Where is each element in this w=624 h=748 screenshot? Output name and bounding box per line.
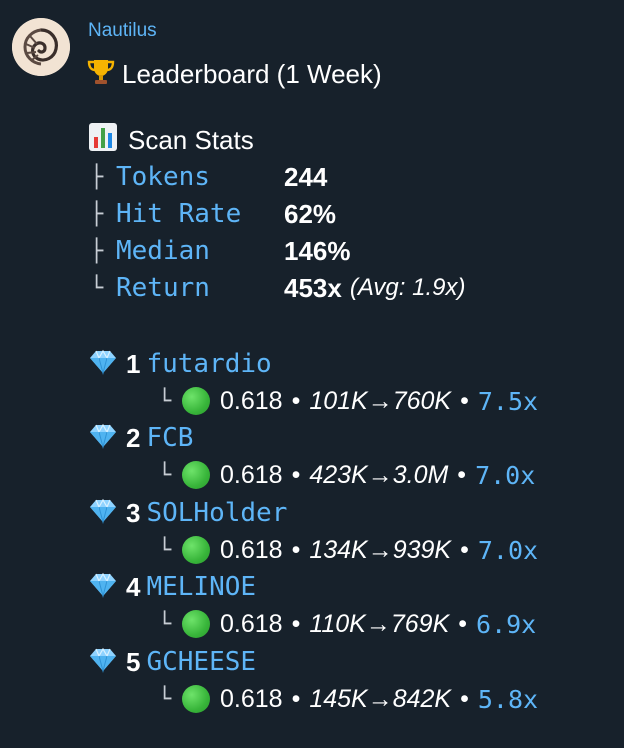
stat-row-tokens: ├ Tokens 244	[90, 159, 327, 195]
gem-icon	[88, 349, 118, 380]
leaderboard-entry: 3 SOLHolder	[88, 495, 287, 531]
chat-view: Nautilus Leaderboard (1 Week) Scan Stats…	[0, 0, 624, 748]
separator: •	[457, 460, 467, 489]
tree-branch: ├	[90, 238, 104, 264]
token-name-link[interactable]: FCB	[146, 423, 193, 453]
entry-details: └ 0.618 • 423K→3.0M • 7.0x	[158, 457, 535, 493]
stat-value: 62%	[284, 198, 337, 229]
sender-name[interactable]: Nautilus	[88, 20, 157, 42]
multiple-link[interactable]: 5.8x	[478, 685, 538, 714]
leaderboard-entry: 4 MELINOE	[88, 569, 256, 605]
stat-key-link[interactable]: Return	[116, 273, 284, 303]
stat-key-link[interactable]: Median	[116, 236, 284, 266]
stat-note: (Avg: 1.9x)	[349, 274, 466, 301]
avatar[interactable]	[12, 18, 70, 76]
multiple-link[interactable]: 6.9x	[476, 610, 536, 639]
stat-row-median: ├ Median 146%	[90, 233, 351, 269]
separator: •	[291, 535, 301, 564]
green-circle-icon	[182, 610, 210, 638]
stat-row-return: └ Return 453x (Avg: 1.9x)	[90, 270, 465, 306]
separator: •	[458, 609, 468, 638]
entry-details: └ 0.618 • 134K→939K • 7.0x	[158, 532, 538, 568]
leaderboard-title: Leaderboard (1 Week)	[122, 59, 382, 89]
token-name-link[interactable]: futardio	[146, 349, 271, 379]
green-circle-icon	[182, 685, 210, 713]
scan-stats-heading: Scan Stats	[88, 122, 254, 159]
token-name-link[interactable]: MELINOE	[146, 572, 256, 602]
separator: •	[291, 460, 301, 489]
entry-details: └ 0.618 • 101K→760K • 7.5x	[158, 383, 538, 419]
market-cap-range: 145K→842K	[309, 684, 452, 713]
stat-value: 244	[284, 161, 328, 192]
green-circle-icon	[182, 461, 210, 489]
tree-branch: └	[158, 462, 172, 488]
score-value: 0.618	[220, 386, 283, 415]
leaderboard-entry: 2 FCB	[88, 420, 193, 456]
multiple-link[interactable]: 7.0x	[475, 461, 535, 490]
market-cap-range: 423K→3.0M	[309, 460, 449, 489]
tree-branch: └	[158, 611, 172, 637]
rank-number: 3	[126, 497, 141, 528]
entry-details: └ 0.618 • 145K→842K • 5.8x	[158, 681, 538, 717]
stat-row-hit-rate: ├ Hit Rate 62%	[90, 196, 336, 232]
market-cap-range: 134K→939K	[309, 535, 452, 564]
stat-key-link[interactable]: Tokens	[116, 162, 284, 192]
separator: •	[291, 684, 301, 713]
message-title: Leaderboard (1 Week)	[86, 56, 382, 93]
trophy-icon	[86, 56, 116, 93]
green-circle-icon	[182, 387, 210, 415]
separator: •	[291, 609, 301, 638]
multiple-link[interactable]: 7.0x	[478, 536, 538, 565]
score-value: 0.618	[220, 460, 283, 489]
rank-number: 2	[126, 422, 141, 453]
tree-branch: ├	[90, 201, 104, 227]
message-bubble: Nautilus Leaderboard (1 Week) Scan Stats…	[84, 10, 624, 748]
separator: •	[291, 386, 301, 415]
gem-icon	[88, 498, 118, 529]
multiple-link[interactable]: 7.5x	[478, 387, 538, 416]
leaderboard-entry: 1 futardio	[88, 346, 272, 382]
stat-key-link[interactable]: Hit Rate	[116, 199, 284, 229]
stat-value: 146%	[284, 235, 351, 266]
market-cap-range: 110K→769K	[309, 609, 450, 638]
scan-stats-label: Scan Stats	[128, 125, 254, 155]
rank-number: 1	[126, 348, 141, 379]
score-value: 0.618	[220, 535, 283, 564]
bar-chart-icon	[88, 122, 118, 159]
token-name-link[interactable]: SOLHolder	[146, 498, 287, 528]
market-cap-range: 101K→760K	[309, 386, 452, 415]
separator: •	[460, 535, 469, 564]
nautilus-shell-icon	[12, 18, 70, 76]
tree-branch: └	[158, 537, 172, 563]
tree-branch: └	[158, 388, 172, 414]
separator: •	[460, 386, 469, 415]
token-name-link[interactable]: GCHEESE	[146, 647, 256, 677]
entry-details: └ 0.618 • 110K→769K • 6.9x	[158, 606, 536, 642]
gem-icon	[88, 423, 118, 454]
stat-value: 453x	[284, 272, 342, 303]
gem-icon	[88, 647, 118, 678]
green-circle-icon	[182, 536, 210, 564]
tree-branch: └	[90, 275, 104, 301]
rank-number: 5	[126, 646, 141, 677]
tree-branch: ├	[90, 164, 104, 190]
leaderboard-entry: 5 GCHEESE	[88, 644, 256, 680]
rank-number: 4	[126, 571, 141, 602]
score-value: 0.618	[220, 684, 283, 713]
separator: •	[460, 684, 469, 713]
gem-icon	[88, 572, 118, 603]
tree-branch: └	[158, 686, 172, 712]
score-value: 0.618	[220, 609, 283, 638]
